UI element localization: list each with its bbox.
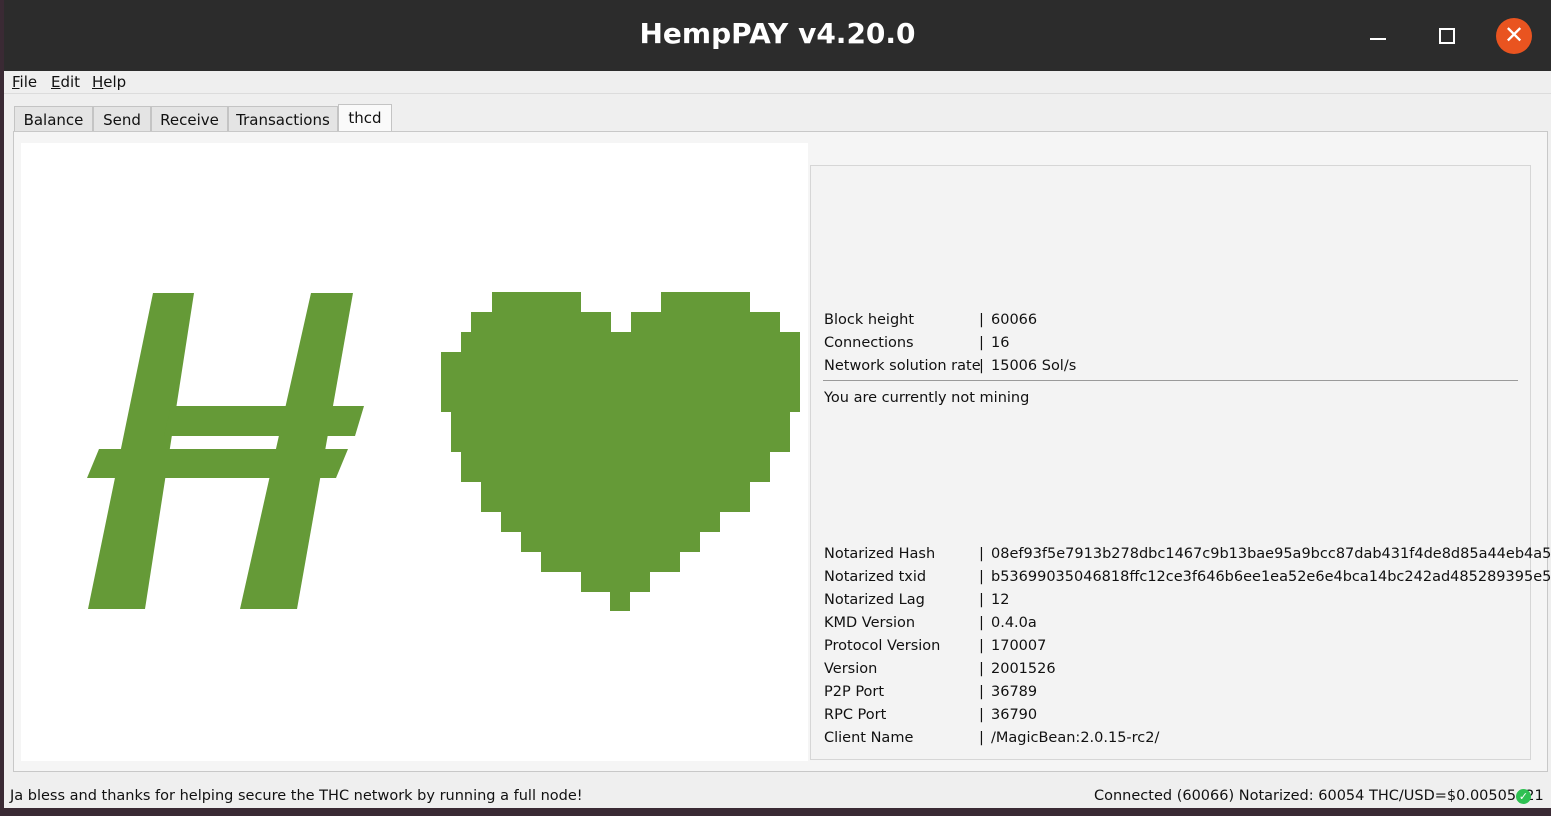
window-title: HempPAY v4.20.0	[639, 17, 916, 50]
info-p2p-port: P2P Port | 36789	[824, 684, 1037, 700]
minimize-button[interactable]	[1360, 18, 1396, 54]
desktop-background	[0, 808, 1551, 816]
tab-transactions[interactable]: Transactions	[228, 106, 338, 131]
info-notarized-txid: Notarized txid | b53699035046818ffc12ce3f6…	[824, 569, 1551, 585]
info-value: 15006 Sol/s	[991, 358, 1077, 374]
info-label: Notarized txid	[824, 569, 927, 585]
tab-receive[interactable]: Receive	[151, 106, 228, 131]
info-label: Connections	[824, 335, 914, 351]
menu-help-mnemonic: H	[92, 73, 104, 91]
info-protocol-version: Protocol Version | 170007	[824, 638, 1046, 654]
info-label: KMD Version	[824, 615, 916, 631]
close-button[interactable]: ✕	[1496, 18, 1532, 54]
info-client-name: Client Name | /MagicBean:2.0.15-rc2/	[824, 730, 1159, 746]
info-separator: |	[979, 707, 984, 723]
info-value: 12	[991, 592, 1010, 608]
info-value: b53699035046818ffc12ce3f646b6ee1ea52e6e4…	[991, 569, 1551, 585]
info-value: 36789	[991, 684, 1038, 700]
heart-icon	[441, 292, 800, 611]
info-label: Notarized Hash	[824, 546, 936, 562]
menu-file[interactable]: File	[12, 73, 37, 91]
connection-status: Connected (60066) Notarized: 60054 THC/U…	[1094, 788, 1544, 804]
info-divider	[823, 380, 1518, 381]
maximize-icon	[1439, 28, 1455, 44]
info-separator: |	[979, 661, 984, 677]
tab-balance[interactable]: Balance	[14, 106, 93, 131]
menu-file-label: ile	[19, 73, 38, 91]
tab-send[interactable]: Send	[93, 106, 151, 131]
info-label: Notarized Lag	[824, 592, 925, 608]
info-notarized-lag: Notarized Lag | 12	[824, 592, 1009, 608]
info-separator: |	[979, 592, 984, 608]
info-value: 2001526	[991, 661, 1056, 677]
check-icon: ✓	[1516, 789, 1531, 804]
info-separator: |	[979, 615, 984, 631]
menu-help[interactable]: Help	[92, 73, 126, 91]
status-bar: Ja bless and thanks for helping secure t…	[4, 786, 1551, 808]
info-block-height: Block height | 60066	[824, 312, 1037, 328]
tab-thcd[interactable]: thcd	[338, 104, 392, 131]
info-label: P2P Port	[824, 684, 885, 700]
mining-status: You are currently not mining	[824, 390, 1030, 406]
status-message: Ja bless and thanks for helping secure t…	[10, 788, 583, 804]
minimize-icon	[1370, 38, 1386, 40]
info-value: /MagicBean:2.0.15-rc2/	[991, 730, 1160, 746]
maximize-button[interactable]	[1428, 18, 1464, 54]
app-window: HempPAY v4.20.0 ✕ File Edit Help Balance…	[4, 0, 1551, 808]
info-separator: |	[979, 638, 984, 654]
info-separator: |	[979, 312, 984, 328]
info-label: Client Name	[824, 730, 914, 746]
info-value: 0.4.0a	[991, 615, 1037, 631]
info-label: Block height	[824, 312, 915, 328]
info-notarized-hash: Notarized Hash | 08ef93f5e7913b278dbc1467c…	[824, 546, 1551, 562]
close-icon: ✕	[1503, 21, 1525, 49]
menu-edit-label: dit	[60, 73, 81, 91]
info-version: Version | 2001526	[824, 661, 1056, 677]
info-kmd-version: KMD Version | 0.4.0a	[824, 615, 1037, 631]
info-separator: |	[979, 730, 984, 746]
info-separator: |	[979, 335, 984, 351]
info-connections: Connections | 16	[824, 335, 1009, 351]
menu-edit[interactable]: Edit	[51, 73, 80, 91]
info-value: 60066	[991, 312, 1038, 328]
info-value: 08ef93f5e7913b278dbc1467c9b13bae95a9bcc8…	[991, 546, 1551, 562]
info-value: 36790	[991, 707, 1038, 723]
info-value: 16	[991, 335, 1010, 351]
info-value: 170007	[991, 638, 1047, 654]
info-separator: |	[979, 358, 984, 374]
logo-h-upper-bar	[164, 406, 364, 436]
info-label: Protocol Version	[824, 638, 941, 654]
info-rpc-port: RPC Port | 36790	[824, 707, 1037, 723]
logo-h-lower-bar	[87, 449, 348, 478]
menu-bar: File Edit Help	[4, 71, 1551, 94]
hemp-logo-graphic	[87, 292, 800, 611]
menu-file-mnemonic: F	[12, 73, 20, 91]
info-separator: |	[979, 546, 984, 562]
title-bar: HempPAY v4.20.0 ✕	[4, 0, 1551, 71]
info-label: Network solution rate	[824, 358, 981, 374]
node-info-panel: Block height | 60066 Connections | 16 Networ…	[810, 165, 1551, 760]
info-solution-rate: Network solution rate| 15006 Sol/s	[824, 358, 1076, 374]
info-separator: |	[979, 569, 984, 585]
menu-help-label: elp	[103, 73, 127, 91]
hemp-logo	[21, 143, 808, 761]
info-label: Version	[824, 661, 878, 677]
info-label: RPC Port	[824, 707, 887, 723]
info-separator: |	[979, 684, 984, 700]
